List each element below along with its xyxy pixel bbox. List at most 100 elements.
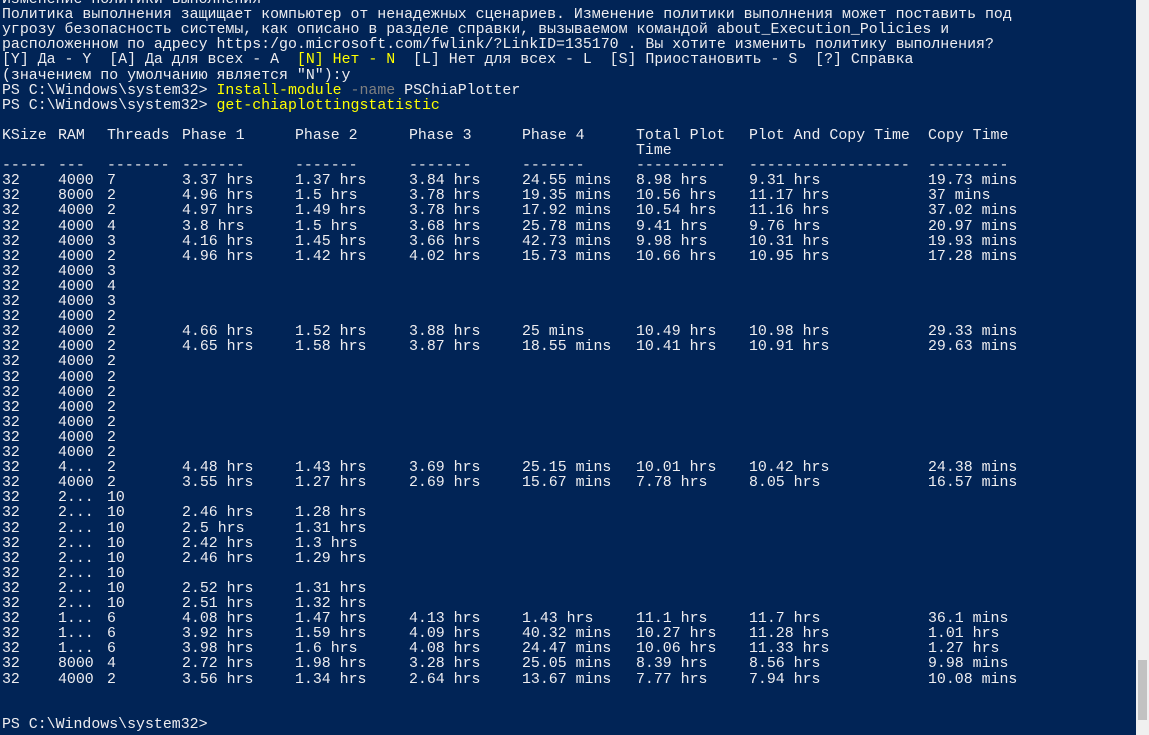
- cell-phase-1: 2.72 hrs: [182, 656, 254, 673]
- cell-ksize: 32: [2, 671, 20, 688]
- cell-ksize: 32: [2, 626, 20, 643]
- cell-copy-time: 1.27 hrs: [928, 641, 1000, 658]
- header-phase-3: Phase 3: [409, 127, 472, 144]
- cell-total-plot-time: 7.77 hrs: [636, 671, 708, 688]
- choices-after: [L] Нет для всех - L [S] Приостановить -…: [395, 52, 914, 69]
- cell-ram: 4000: [58, 475, 94, 492]
- header-plot-and-copy-time: Plot And Copy Time: [749, 127, 910, 144]
- cell-phase-4: 25 mins: [522, 324, 585, 341]
- table-row: 32 2... 10 2.42 hrs 1.3 hrs: [2, 535, 1136, 552]
- table-row: 32 4000 2 4.96 hrs 1.42 hrs 4.02 hrs 15.73 min…: [2, 248, 1136, 265]
- cell-plot-and-copy-time: 11.33 hrs: [749, 641, 830, 658]
- cell-threads: 2: [107, 324, 116, 341]
- cell-threads: 2: [107, 339, 116, 356]
- table-row: 32 4000 2: [2, 415, 1136, 431]
- cell-ram: 4000: [58, 218, 94, 235]
- table-header: KSize RAM Threads Phase 1 Phase 2 Phase …: [2, 127, 1136, 144]
- cell-ram: 2...: [58, 490, 94, 507]
- cell-ksize: 32: [2, 596, 20, 612]
- cell-phase-1: 2.42 hrs: [182, 535, 254, 552]
- cell-phase-4: 15.73 mins: [522, 248, 612, 265]
- prompt: PS C:\Windows\system32>: [2, 97, 217, 114]
- cell-ram: 8000: [58, 188, 94, 205]
- cell-phase-3: 4.02 hrs: [409, 248, 481, 265]
- scrollbar-thumb[interactable]: [1138, 660, 1147, 720]
- cell-ksize: 32: [2, 248, 20, 265]
- table-row: 32 4000 3: [2, 264, 1136, 280]
- cell-threads: 10: [107, 535, 125, 552]
- cell-phase-2: 1.32 hrs: [295, 596, 367, 612]
- policy-text-line: расположенном по адресу https:/go.micros…: [2, 37, 994, 54]
- cell-total-plot-time: 10.41 hrs: [636, 339, 717, 356]
- cell-copy-time: 16.57 mins: [928, 475, 1018, 492]
- cell-ram: 1...: [58, 626, 94, 643]
- choice-default: [N] Нет - N: [296, 52, 396, 69]
- cell-threads: 10: [107, 550, 125, 567]
- cell-ram: 4000: [58, 369, 94, 386]
- cell-threads: 2: [107, 671, 116, 688]
- cell-ksize: 32: [2, 550, 20, 567]
- cell-threads: 10: [107, 490, 125, 507]
- cell-ksize: 32: [2, 475, 20, 492]
- cell-ksize: 32: [2, 324, 20, 341]
- cell-phase-4: 15.67 mins: [522, 475, 612, 492]
- cell-ram: 1...: [58, 611, 94, 628]
- header-total-plot-time: Time: [636, 143, 672, 159]
- cell-threads: 4: [107, 656, 116, 673]
- cell-phase-3: 3.28 hrs: [409, 656, 481, 673]
- table-row: 32 4000 3: [2, 294, 1136, 310]
- header-phase-1: Phase 1: [182, 127, 245, 144]
- cell-ksize: 32: [2, 520, 20, 537]
- cell-phase-2: 1.47 hrs: [295, 611, 367, 628]
- cell-phase-1: 3.8 hrs: [182, 218, 245, 235]
- cell-ram: 4000: [58, 429, 94, 446]
- cell-ksize: 32: [2, 384, 20, 401]
- cell-threads: 10: [107, 596, 125, 612]
- cell-phase-1: 4.08 hrs: [182, 611, 254, 628]
- parameter: -name: [341, 82, 405, 99]
- table-row: 32 4000 3 4.16 hrs 1.45 hrs 3.66 hrs 42.73 min…: [2, 233, 1136, 250]
- cell-phase-4: 24.55 mins: [522, 173, 612, 190]
- table-row: 32 2... 10 2.52 hrs 1.31 hrs: [2, 580, 1136, 597]
- cell-threads: 10: [107, 580, 125, 597]
- cell-ksize: 32: [2, 535, 20, 552]
- cell-phase-1: 3.55 hrs: [182, 475, 254, 492]
- cell-copy-time: 29.33 mins: [928, 324, 1018, 341]
- cell-ram: 4000: [58, 233, 94, 250]
- separator: -----: [2, 158, 47, 175]
- cell-total-plot-time: 8.39 hrs: [636, 656, 708, 673]
- table-row: 32 4000 2 4.97 hrs 1.49 hrs 3.78 hrs 17.92 min…: [2, 204, 1136, 219]
- cell-phase-2: 1.5 hrs: [295, 188, 358, 205]
- cell-ksize: 32: [2, 580, 20, 597]
- cell-ksize: 32: [2, 641, 20, 658]
- cell-phase-3: 4.09 hrs: [409, 626, 481, 643]
- cell-phase-2: 1.34 hrs: [295, 671, 367, 688]
- cell-threads: 2: [107, 460, 116, 477]
- cell-ksize: 32: [2, 203, 20, 220]
- cell-ram: 4000: [58, 278, 94, 295]
- cell-ram: 4000: [58, 324, 94, 341]
- separator: -------: [107, 158, 170, 175]
- header-phase-2: Phase 2: [295, 127, 358, 144]
- cell-copy-time: 19.73 mins: [928, 173, 1018, 190]
- cell-threads: 2: [107, 248, 116, 265]
- cell-phase-2: 1.98 hrs: [295, 656, 367, 673]
- table-row: 32 4000 2 3.56 hrs 1.34 hrs 2.64 hrs 13.67 min…: [2, 671, 1136, 688]
- cell-phase-3: 3.87 hrs: [409, 339, 481, 356]
- cell-threads: 10: [107, 565, 125, 582]
- console-output[interactable]: Изменение политики выполнения Политика в…: [2, 0, 1136, 735]
- cell-phase-2: 1.45 hrs: [295, 233, 367, 250]
- cell-copy-time: 1.01 hrs: [928, 626, 1000, 643]
- cell-ksize: 32: [2, 233, 20, 250]
- cell-copy-time: 29.63 mins: [928, 339, 1018, 356]
- cell-phase-4: 40.32 mins: [522, 626, 612, 643]
- cell-plot-and-copy-time: 10.31 hrs: [749, 233, 830, 250]
- cell-copy-time: 20.97 mins: [928, 218, 1018, 235]
- table-separator: ----- --- ------- ------- ------- ------…: [2, 158, 1136, 175]
- cell-phase-1: 2.46 hrs: [182, 505, 254, 522]
- cell-ksize: 32: [2, 445, 20, 461]
- policy-default-answer: (значением по умолчанию является "N"):y: [2, 67, 351, 84]
- vertical-scrollbar[interactable]: [1136, 0, 1149, 735]
- cell-threads: 2: [107, 188, 116, 205]
- cell-phase-3: 3.66 hrs: [409, 233, 481, 250]
